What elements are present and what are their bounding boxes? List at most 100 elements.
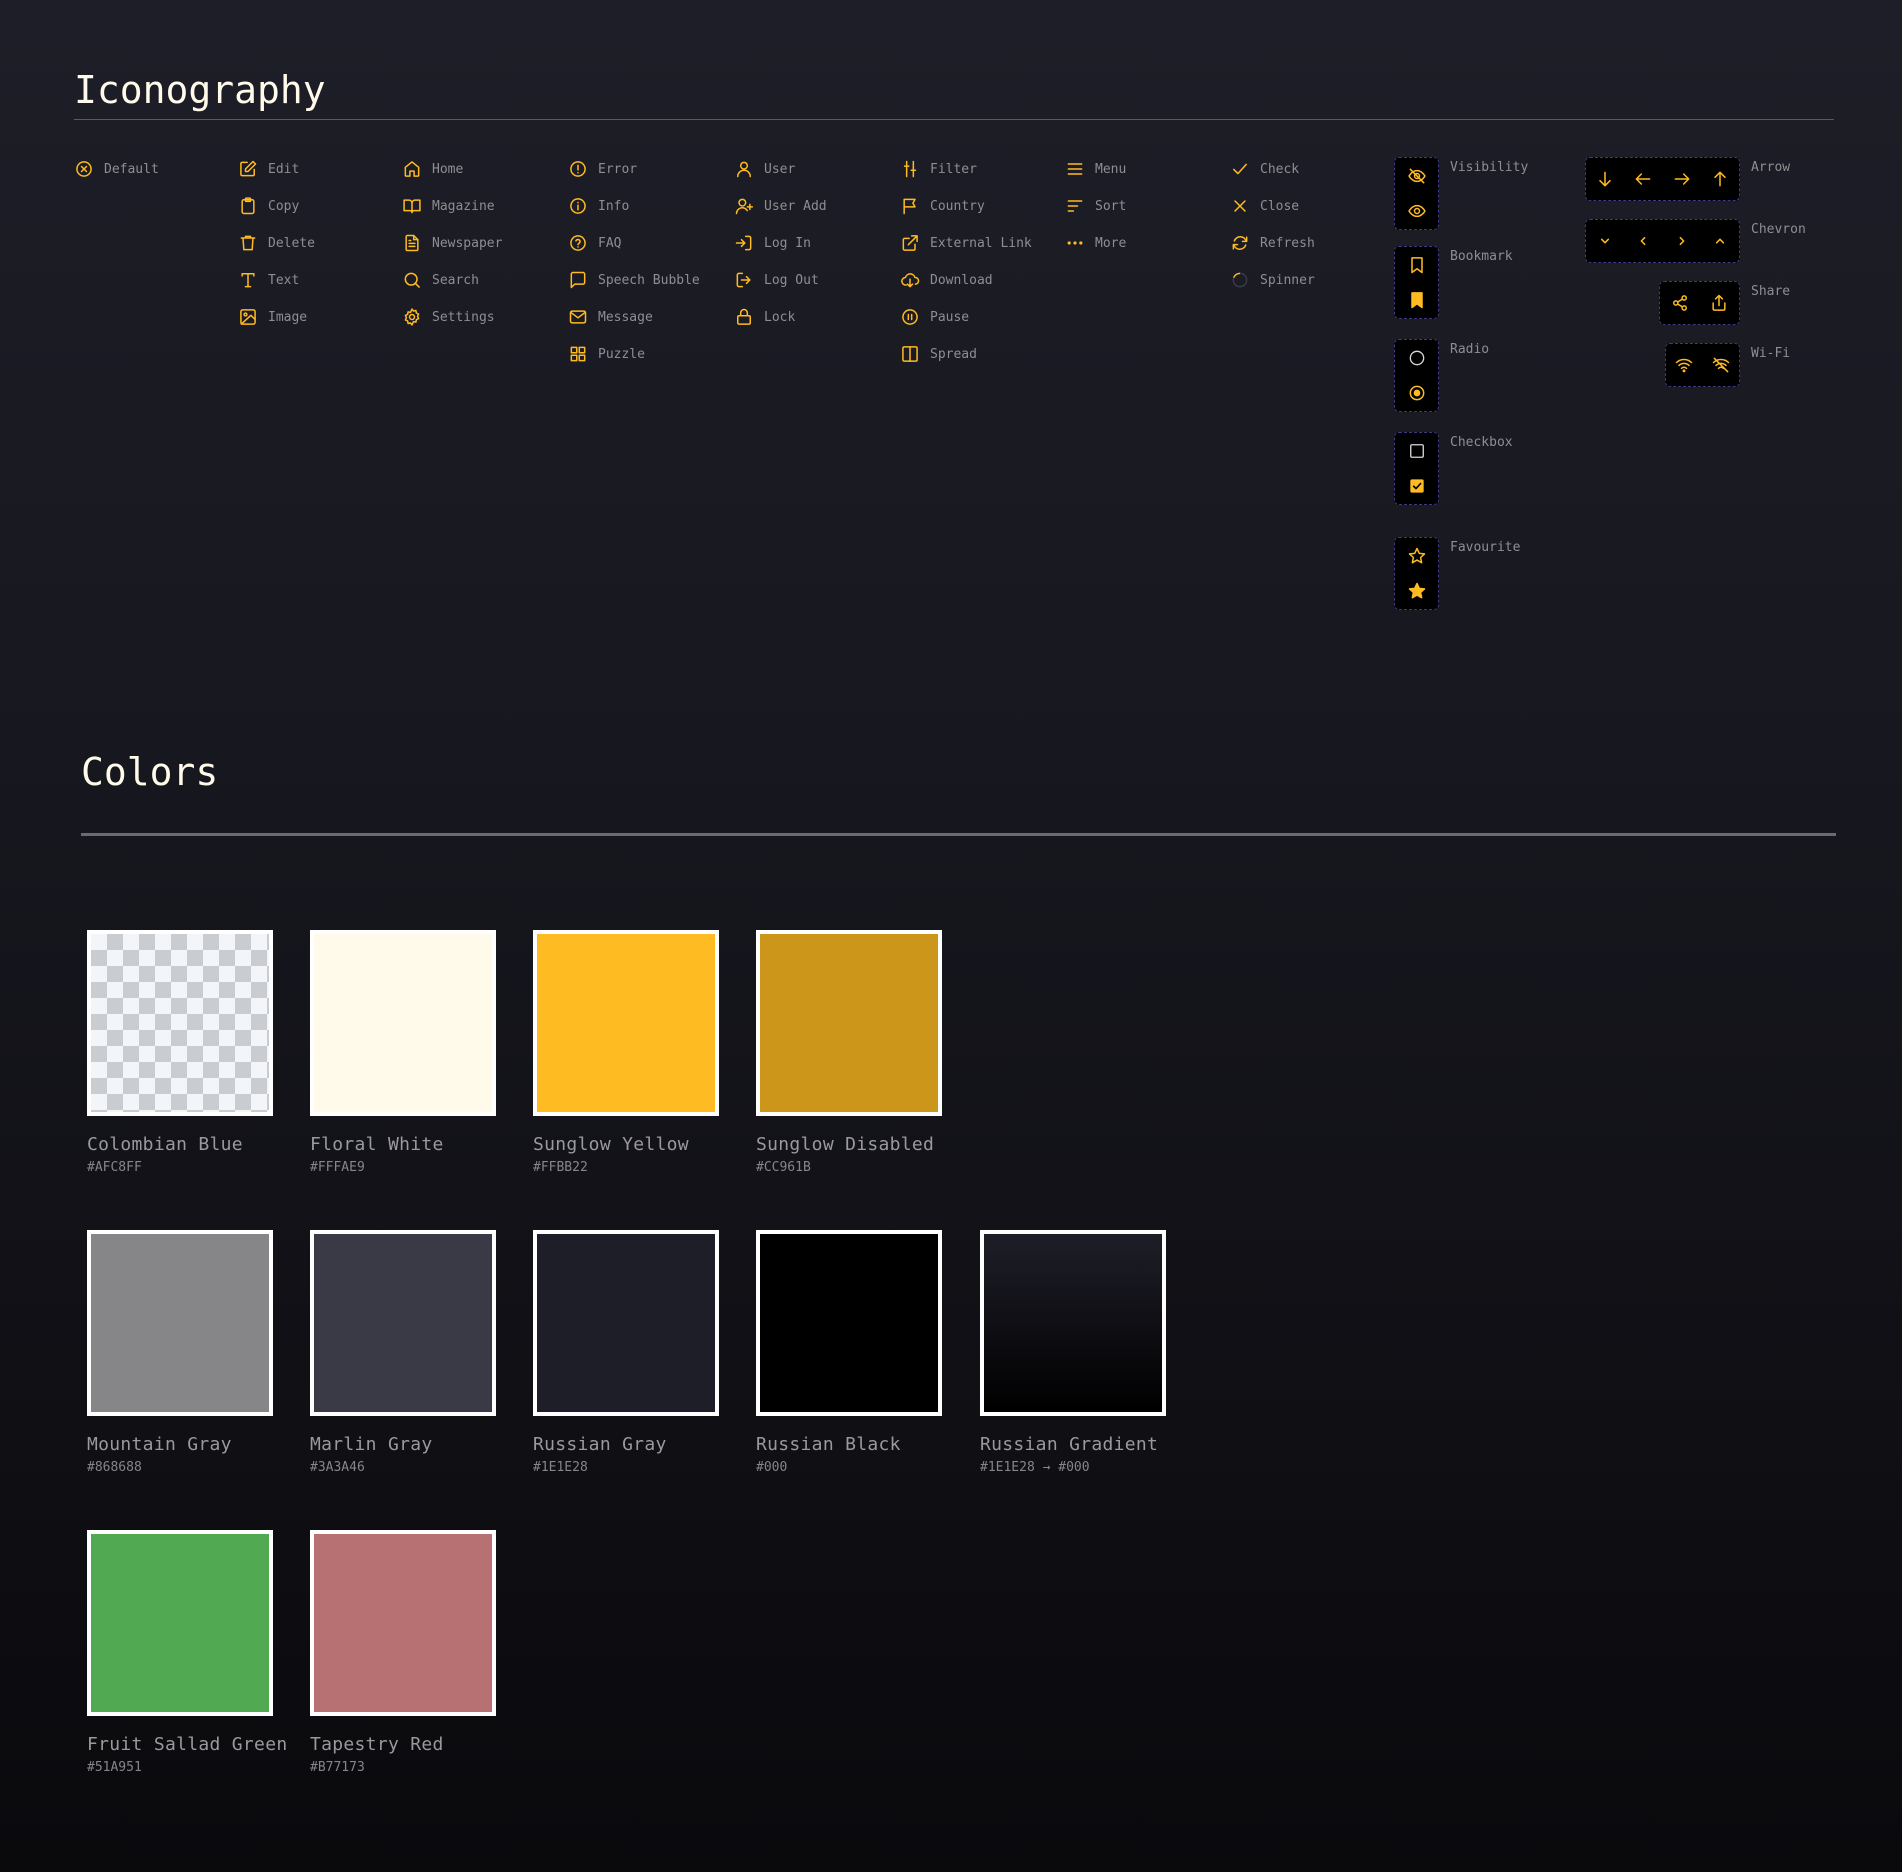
user-add-icon bbox=[735, 198, 754, 215]
color-hex: #B77173 bbox=[310, 1760, 365, 1775]
color-hex: #1E1E28 → #000 bbox=[980, 1460, 1090, 1475]
spinner-icon bbox=[1232, 272, 1248, 288]
icon-entry-download: Download bbox=[900, 268, 993, 292]
arrow-down-icon bbox=[1599, 171, 1611, 187]
mail-icon bbox=[569, 310, 587, 324]
color-name: Sunglow Yellow bbox=[533, 1134, 689, 1155]
log-out-icon bbox=[736, 272, 751, 288]
radio-selected-icon bbox=[1409, 385, 1424, 401]
icon-label: Edit bbox=[268, 161, 300, 177]
color-name: Russian Gradient bbox=[980, 1434, 1159, 1455]
color-swatch-tapestry-red bbox=[310, 1530, 496, 1716]
lock-icon bbox=[737, 308, 751, 325]
eye-off-icon bbox=[1407, 168, 1426, 184]
chevron-down-icon bbox=[1601, 238, 1610, 244]
icon-group-bookmark bbox=[1394, 246, 1439, 319]
icon-group-chevron bbox=[1585, 219, 1740, 263]
share-upload-icon bbox=[1712, 294, 1726, 311]
sort-icon bbox=[1067, 200, 1083, 212]
user-icon bbox=[737, 161, 751, 178]
help-circle-icon bbox=[570, 235, 586, 251]
icon-label: Home bbox=[432, 161, 464, 177]
icon-entry-log-in: Log In bbox=[734, 231, 811, 255]
color-name: Floral White bbox=[310, 1134, 444, 1155]
wifi-icon bbox=[1676, 358, 1693, 373]
iconography-title: Iconography bbox=[74, 68, 326, 112]
color-hex: #FFBB22 bbox=[533, 1160, 588, 1175]
icon-entry-info: Info bbox=[568, 194, 629, 218]
grid-icon bbox=[570, 346, 586, 362]
icon-label: FAQ bbox=[598, 235, 622, 251]
icon-entry-user-add: User Add bbox=[734, 194, 827, 218]
color-hex: #51A951 bbox=[87, 1760, 142, 1775]
icon-label: Filter bbox=[930, 161, 977, 177]
icon-group-label: Radio bbox=[1450, 342, 1490, 357]
text-icon bbox=[241, 273, 255, 288]
icon-group-label: Wi-Fi bbox=[1751, 346, 1791, 361]
info-icon bbox=[570, 198, 586, 214]
bookmark-filled-icon bbox=[1410, 292, 1423, 309]
checkbox-empty-icon bbox=[1409, 443, 1424, 458]
color-name: Russian Black bbox=[756, 1434, 901, 1455]
color-name: Russian Gray bbox=[533, 1434, 667, 1455]
icon-label: Newspaper bbox=[432, 235, 503, 251]
icon-entry-refresh: Refresh bbox=[1230, 231, 1315, 255]
icon-group-label: Bookmark bbox=[1450, 249, 1513, 264]
menu-icon bbox=[1067, 163, 1083, 175]
eye-icon bbox=[1407, 205, 1426, 218]
log-in-icon bbox=[735, 235, 752, 251]
icon-entry-close: Close bbox=[1230, 194, 1299, 218]
color-name: Tapestry Red bbox=[310, 1734, 444, 1755]
icon-label: Search bbox=[432, 272, 479, 288]
icon-label: Copy bbox=[268, 198, 300, 214]
wifi-off-icon bbox=[1712, 357, 1729, 373]
share-nodes-icon bbox=[1672, 295, 1687, 311]
color-name: Mountain Gray bbox=[87, 1434, 232, 1455]
color-swatch-marlin-gray bbox=[310, 1230, 496, 1416]
icon-entry-speech-bubble: Speech Bubble bbox=[568, 268, 700, 292]
icon-entry-spinner: Spinner bbox=[1230, 268, 1315, 292]
color-swatch-floral-white bbox=[310, 930, 496, 1116]
icon-entry-user: User bbox=[734, 157, 795, 181]
icon-label: User Add bbox=[764, 198, 827, 214]
icon-label: Check bbox=[1260, 161, 1300, 177]
file-text-icon bbox=[405, 234, 419, 252]
iconography-divider bbox=[74, 119, 1834, 120]
icon-entry-more: More bbox=[1065, 231, 1126, 255]
icon-entry-error: Error bbox=[568, 157, 637, 181]
more-icon bbox=[1067, 241, 1083, 245]
icon-entry-copy: Copy bbox=[238, 194, 299, 218]
icon-group-radio bbox=[1394, 339, 1439, 412]
icon-entry-faq: FAQ bbox=[568, 231, 621, 255]
icon-label: Settings bbox=[432, 309, 495, 325]
copy-icon bbox=[241, 197, 255, 215]
color-hex: #FFFAE9 bbox=[310, 1160, 365, 1175]
filter-icon bbox=[903, 160, 917, 178]
icon-entry-edit: Edit bbox=[238, 157, 299, 181]
color-hex: #1E1E28 bbox=[533, 1460, 588, 1475]
icon-label: Default bbox=[104, 161, 159, 177]
refresh-icon bbox=[1232, 236, 1248, 250]
icon-label: Image bbox=[268, 309, 308, 325]
icon-entry-newspaper: Newspaper bbox=[402, 231, 502, 255]
icon-group-favourite bbox=[1394, 537, 1439, 610]
icon-group-checkbox bbox=[1394, 432, 1439, 505]
home-icon bbox=[404, 161, 420, 177]
icon-label: More bbox=[1095, 235, 1127, 251]
icon-group-share bbox=[1659, 281, 1740, 325]
icon-entry-puzzle: Puzzle bbox=[568, 342, 645, 366]
radio-empty-icon bbox=[1409, 350, 1424, 366]
pause-circle-icon bbox=[902, 309, 918, 325]
chevron-left-icon bbox=[1640, 236, 1646, 246]
edit-icon bbox=[240, 160, 257, 177]
icon-entry-lock: Lock bbox=[734, 305, 795, 329]
icon-label: Delete bbox=[268, 235, 315, 251]
icon-entry-menu: Menu bbox=[1065, 157, 1126, 181]
colors-title: Colors bbox=[81, 750, 219, 794]
icon-group-label: Chevron bbox=[1751, 222, 1806, 237]
icon-entry-settings: Settings bbox=[402, 305, 495, 329]
speech-bubble-icon bbox=[570, 271, 586, 289]
icon-label: Menu bbox=[1095, 161, 1127, 177]
chevron-up-icon bbox=[1715, 238, 1724, 244]
icon-entry-check: Check bbox=[1230, 157, 1299, 181]
